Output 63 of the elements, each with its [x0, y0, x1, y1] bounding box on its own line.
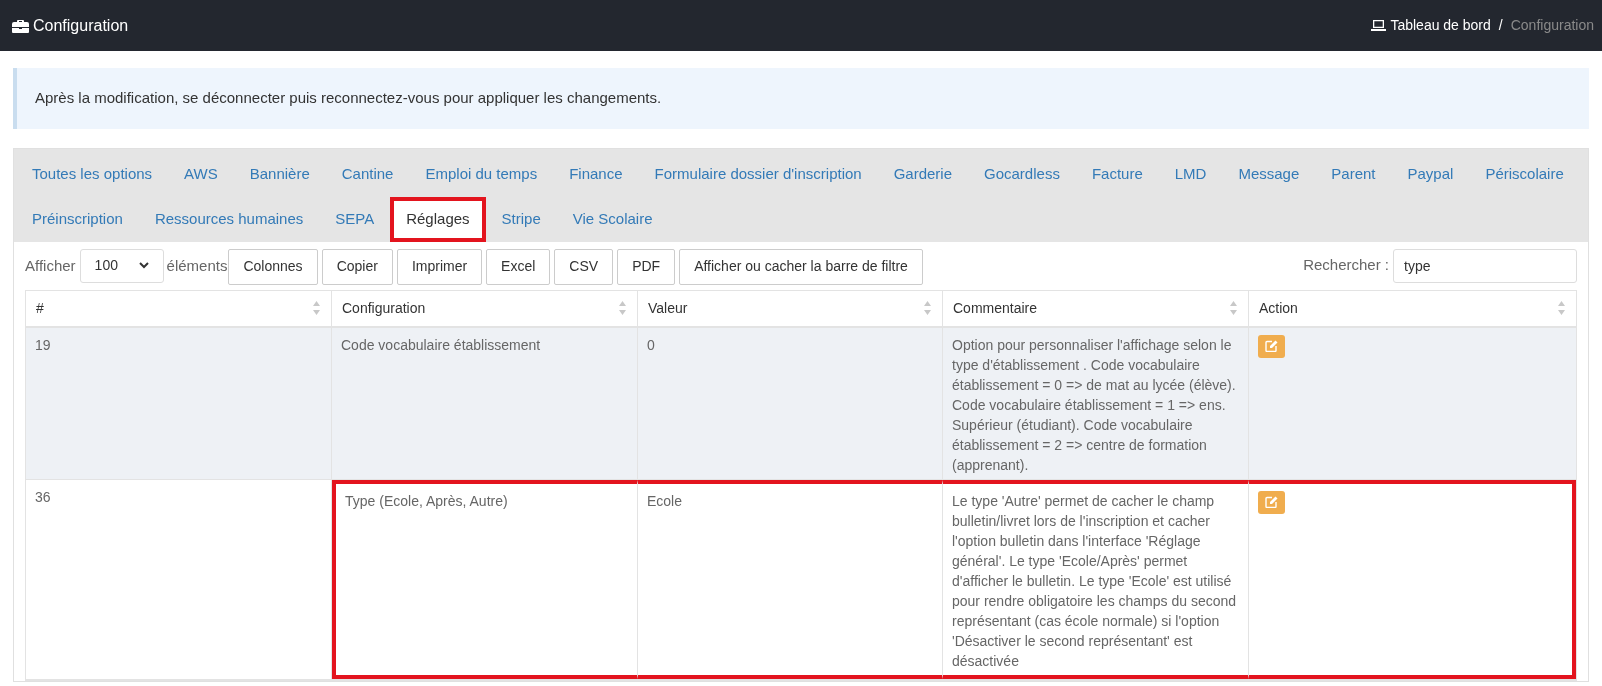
edit-button[interactable]	[1258, 334, 1285, 358]
laptop-icon	[1371, 20, 1387, 31]
tab[interactable]: AWS	[168, 151, 234, 197]
search-field[interactable]: type	[1393, 248, 1577, 283]
tab[interactable]: Bannière	[233, 151, 326, 197]
table-cell: 19	[26, 327, 332, 479]
tab[interactable]: Périscolaire	[1469, 151, 1580, 197]
edit-icon	[1265, 340, 1278, 352]
sort-icon	[312, 300, 321, 316]
breadcrumb-current-page: Configuration	[1510, 16, 1594, 35]
edit-icon	[1265, 496, 1278, 508]
table-cell: 36	[26, 479, 332, 679]
search-label: Rechercher :	[1303, 255, 1389, 276]
briefcase-icon	[12, 18, 29, 33]
tab[interactable]: Emploi du temps	[409, 151, 554, 197]
tab[interactable]: Facture	[1075, 151, 1159, 197]
table-cell: Option pour personnaliser l'affichage selon le type d'établissement . Code vocabulaire établissement = 0 => de mat au lycée (élève). Code vocabulaire établissement = 1 => ens. Supérieur (étudiant). Code vocabulaire établissement = 2 => centre de formation (apprenant).	[943, 327, 1249, 479]
table-cell: Type (Ecole, Après, Autre)	[332, 479, 638, 679]
breadcrumb-separator: /	[1498, 16, 1503, 35]
column-header[interactable]: Valeur	[638, 290, 943, 326]
tab[interactable]: Réglages	[390, 196, 486, 242]
toolbar-button[interactable]: Afficher ou cacher la barre de filtre	[679, 248, 923, 285]
entries-label: éléments	[166, 255, 228, 276]
toolbar-button[interactable]: Copier	[321, 248, 393, 285]
page-size-select[interactable]: 100	[79, 248, 164, 283]
info-alert: Après la modification, se déconnecter puis reconnectez-vous pour appliquer les changements.	[13, 68, 1589, 129]
edit-button[interactable]	[1258, 490, 1285, 514]
toolbar-button[interactable]: CSV	[554, 248, 614, 285]
tab[interactable]: LMD	[1158, 151, 1223, 197]
tab[interactable]: Stripe	[485, 196, 557, 242]
table-cell: 0	[638, 327, 943, 479]
page-title: Configuration	[33, 15, 129, 36]
toolbar-button[interactable]: Imprimer	[396, 248, 483, 285]
tab[interactable]: Paypal	[1391, 151, 1470, 197]
toolbar-button[interactable]: PDF	[617, 248, 676, 285]
tab[interactable]: Toutes les options	[16, 151, 169, 197]
tab[interactable]: Parent	[1315, 151, 1392, 197]
sort-icon	[618, 300, 627, 316]
column-header[interactable]: Configuration	[332, 290, 638, 326]
tab[interactable]: Préinscription	[16, 196, 139, 242]
table-cell: Code vocabulaire établissement	[332, 327, 638, 479]
tab[interactable]: Finance	[553, 151, 639, 197]
sort-icon	[1557, 300, 1566, 316]
table-cell: Le type 'Autre' permet de cacher le champ bulletin/livret lors de l'inscription et cacher l'option bulletin dans l'interface 'Réglage général'. Le type 'Ecole/Après' permet d'afficher le bulletin. Le type 'Ecole' est utilisé pour rendre obligatoire les champs du second représentant (cas école normale) si l'option 'Désactiver le second représentant' est désactivée	[943, 479, 1249, 679]
toolbar-button[interactable]: Excel	[486, 248, 551, 285]
tab[interactable]: SEPA	[319, 196, 391, 242]
toolbar-button[interactable]: Colonnes	[228, 248, 318, 285]
tab[interactable]: Ressources humaines	[138, 196, 320, 242]
breadcrumb-link[interactable]: Tableau de bord	[1371, 15, 1491, 36]
column-header[interactable]: #	[26, 290, 332, 326]
tab[interactable]: Formulaire dossier d'inscription	[638, 151, 878, 197]
tab[interactable]: Cantine	[325, 151, 410, 197]
chevron-down-icon	[138, 262, 149, 269]
column-header[interactable]: Commentaire	[943, 290, 1249, 326]
tab[interactable]: Vie Scolaire	[556, 196, 669, 242]
column-header[interactable]: Action	[1249, 290, 1576, 326]
sort-icon	[1229, 300, 1238, 316]
tab[interactable]: Message	[1222, 151, 1316, 197]
table-cell: Ecole	[638, 479, 943, 679]
show-label: Afficher	[25, 255, 76, 276]
sort-icon	[923, 300, 932, 316]
tab[interactable]: Gocardless	[968, 151, 1076, 197]
tab[interactable]: Garderie	[877, 151, 968, 197]
